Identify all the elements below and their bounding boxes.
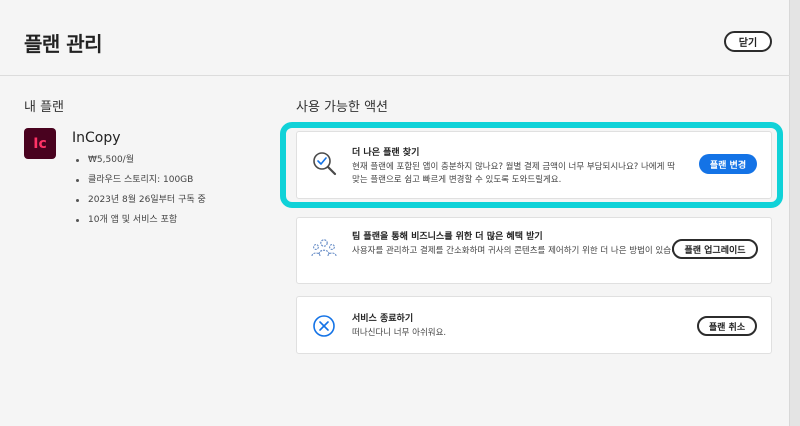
upgrade-plan-button[interactable]: 플랜 업그레이드: [672, 239, 758, 259]
window-scrollbar[interactable]: [790, 0, 800, 426]
close-button[interactable]: 닫기: [724, 31, 772, 52]
card-description: 떠나신다니 너무 아쉬워요.: [352, 328, 447, 338]
card-heading: 팀 플랜을 통해 비즈니스를 위한 더 많은 혜택 받기: [352, 232, 543, 242]
team-plan-card: 팀 플랜을 통해 비즈니스를 위한 더 많은 혜택 받기 사용자를 관리하고 결…: [296, 217, 772, 284]
card-heading: 더 나은 플랜 찾기: [352, 148, 420, 158]
plan-management-dialog: 플랜 관리 닫기 내 플랜 Ic InCopy ₩5,500/월 클라우드 스토…: [0, 0, 790, 426]
plan-storage: 클라우드 스토리지: 100GB: [76, 172, 206, 192]
team-icon: [311, 239, 337, 257]
plan-price: ₩5,500/월: [76, 152, 206, 172]
change-plan-button[interactable]: 플랜 변경: [699, 154, 757, 174]
plan-details-list: ₩5,500/월 클라우드 스토리지: 100GB 2023년 8월 26일부터…: [76, 152, 206, 232]
actions-section-title: 사용 가능한 액션: [296, 100, 388, 115]
incopy-app-icon: Ic: [24, 128, 56, 159]
page-title: 플랜 관리: [24, 32, 103, 56]
my-plan-section-title: 내 플랜: [24, 100, 65, 115]
app-name: InCopy: [72, 130, 121, 146]
card-description: 사용자를 관리하고 결제를 간소화하며 귀사의 콘텐츠를 제어하기 위한 더 나…: [352, 246, 690, 256]
card-description: 현재 플랜에 포함된 앱이 충분하지 않나요? 월별 결제 금액이 너무 부담되…: [352, 162, 675, 185]
magnifier-check-icon: [313, 152, 337, 176]
cancel-circle-icon: [313, 315, 335, 337]
cancel-plan-button[interactable]: 플랜 취소: [697, 316, 757, 336]
end-service-card: 서비스 종료하기 떠나신다니 너무 아쉬워요. 플랜 취소: [296, 296, 772, 354]
find-better-plan-card: 더 나은 플랜 찾기 현재 플랜에 포함된 앱이 충분하지 않나요? 월별 결제…: [296, 131, 772, 199]
plan-subscription-date: 2023년 8월 26일부터 구독 중: [76, 192, 206, 212]
dialog-header: 플랜 관리 닫기: [0, 0, 790, 76]
plan-included-apps: 10개 앱 및 서비스 포함: [76, 212, 206, 232]
card-heading: 서비스 종료하기: [352, 314, 414, 324]
